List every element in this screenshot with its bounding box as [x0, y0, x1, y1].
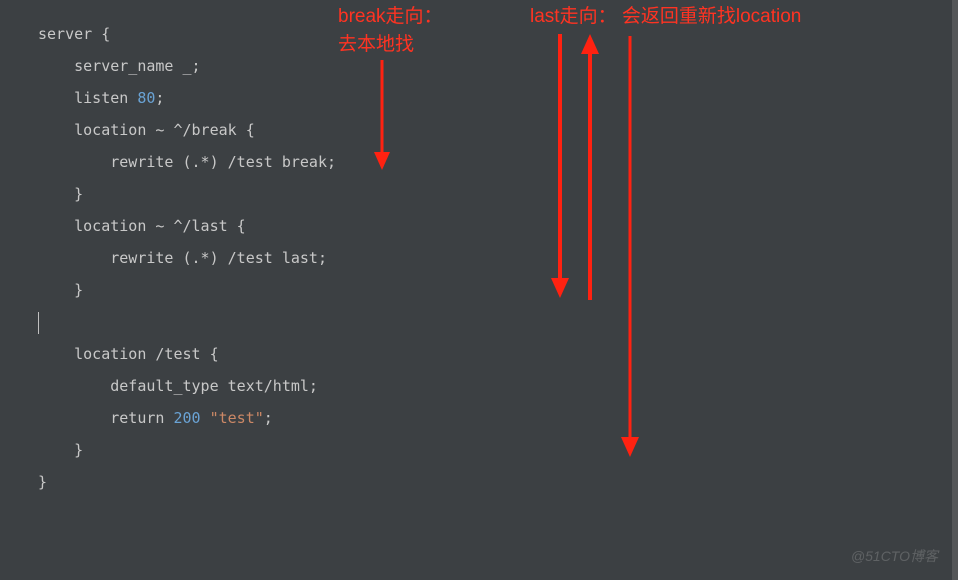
cursor-icon: [38, 312, 39, 334]
code-line: location /test {: [38, 338, 958, 370]
code-line: location ~ ^/break {: [38, 114, 958, 146]
code-text: rewrite (.*) /test break;: [38, 153, 336, 171]
code-text: listen: [38, 89, 137, 107]
arrow-down-icon: [618, 36, 642, 461]
code-text: server_name _;: [38, 57, 201, 75]
annotation-text: last走向： 会返回重新找location: [530, 6, 801, 27]
arrow-down-icon: [370, 60, 394, 175]
code-line: default_type text/html;: [38, 370, 958, 402]
watermark-label: @51CTO博客: [851, 548, 938, 564]
code-text: }: [38, 441, 83, 459]
code-line: server {: [38, 18, 958, 50]
scrollbar-track[interactable]: [952, 0, 958, 580]
code-string: "test": [210, 409, 264, 427]
code-text: }: [38, 185, 83, 203]
code-text: default_type text/html;: [38, 377, 318, 395]
arrow-down-icon: [548, 34, 572, 302]
code-text: location /test {: [38, 345, 219, 363]
code-line: [38, 306, 958, 338]
code-number: 200: [173, 409, 200, 427]
annotation-break: break走向： 去本地找: [338, 3, 443, 59]
code-text: rewrite (.*) /test last;: [38, 249, 327, 267]
code-line: return 200 "test";: [38, 402, 958, 434]
arrow-up-icon: [578, 32, 602, 300]
code-text: }: [38, 281, 83, 299]
code-line: listen 80;: [38, 82, 958, 114]
annotation-text: break走向： 去本地找: [338, 6, 443, 55]
code-line: server_name _;: [38, 50, 958, 82]
code-line: }: [38, 178, 958, 210]
code-text: server {: [38, 25, 110, 43]
annotation-last: last走向： 会返回重新找location: [530, 3, 801, 31]
code-text: }: [38, 473, 47, 491]
code-text: ;: [264, 409, 273, 427]
code-text: location ~ ^/last {: [38, 217, 246, 235]
code-text: location ~ ^/break {: [38, 121, 255, 139]
code-line: }: [38, 434, 958, 466]
code-number: 80: [137, 89, 155, 107]
code-line: rewrite (.*) /test last;: [38, 242, 958, 274]
code-text: [201, 409, 210, 427]
code-line: }: [38, 466, 958, 498]
code-line: rewrite (.*) /test break;: [38, 146, 958, 178]
code-line: location ~ ^/last {: [38, 210, 958, 242]
code-editor[interactable]: server { server_name _; listen 80; locat…: [0, 0, 958, 498]
code-line: }: [38, 274, 958, 306]
code-text: ;: [155, 89, 164, 107]
watermark-text: @51CTO博客: [851, 546, 938, 566]
code-text: return: [38, 409, 173, 427]
